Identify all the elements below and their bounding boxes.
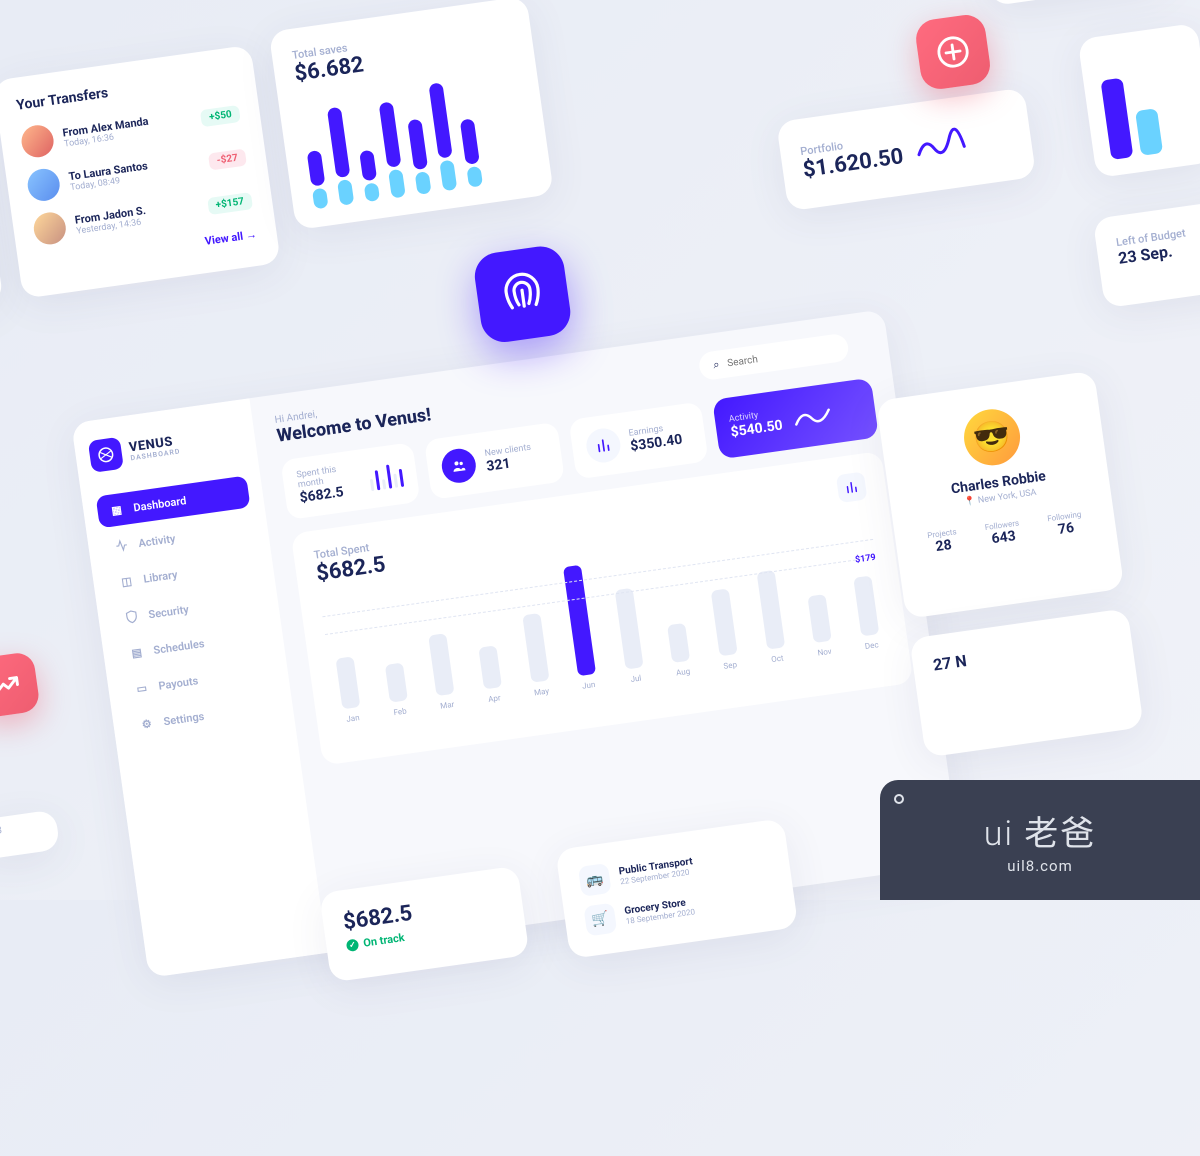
transfer-amount: +$157 bbox=[207, 192, 253, 215]
activity-icon bbox=[114, 538, 130, 554]
stat-spent[interactable]: Spent this month $682.5 bbox=[280, 442, 420, 520]
bus-icon: 🚌 bbox=[578, 863, 612, 897]
dot-icon bbox=[894, 794, 904, 804]
saves-bar-chart bbox=[298, 70, 531, 210]
brand-icon bbox=[88, 437, 124, 473]
grid-icon: ▦ bbox=[109, 502, 125, 518]
watermark: ui 老爸 uil8.com bbox=[880, 780, 1200, 900]
mini-bar-chart bbox=[368, 461, 404, 491]
transfer-amount: +$50 bbox=[200, 104, 241, 126]
watermark-title: ui 老爸 bbox=[984, 806, 1097, 855]
portfolio-card[interactable]: Portfolio $1.620.50 bbox=[776, 88, 1036, 212]
watermark-url: uil8.com bbox=[1007, 857, 1073, 875]
trend-up-icon bbox=[0, 669, 23, 701]
gear-icon: ⚙ bbox=[139, 716, 155, 732]
chart-icon[interactable] bbox=[836, 472, 868, 504]
fingerprint-badge[interactable] bbox=[472, 243, 574, 345]
transfers-card: Your Transfers From Alex Manda Today, 16… bbox=[0, 45, 281, 299]
calendar-card: 27 N bbox=[909, 608, 1144, 757]
transfer-amount: -$27 bbox=[208, 148, 247, 170]
sparkline-icon bbox=[792, 401, 835, 430]
calendar-date: 27 N bbox=[932, 631, 1113, 675]
chart-icon bbox=[584, 426, 622, 464]
brand[interactable]: VENUS DASHBOARD bbox=[88, 420, 243, 473]
wallet-icon: ▭ bbox=[134, 680, 150, 696]
sparkline-icon bbox=[914, 126, 968, 163]
avatar-icon bbox=[32, 210, 68, 246]
bar-mini-card bbox=[1078, 23, 1200, 178]
stat-earnings[interactable]: Earnings $350.40 bbox=[568, 402, 708, 480]
stat-value: 643 bbox=[986, 527, 1022, 548]
stat-activity[interactable]: Activity $540.50 bbox=[712, 378, 879, 460]
add-button[interactable] bbox=[914, 12, 993, 91]
status-card: $682.5 ✓On track bbox=[980, 0, 1171, 6]
avatar-icon bbox=[19, 123, 55, 159]
budget-card: Left of Budget 23 Sep. bbox=[1093, 194, 1200, 308]
stat-clients[interactable]: New clients 321 bbox=[424, 422, 564, 500]
edge-number: 123 bbox=[0, 809, 60, 860]
search-icon: ⌕ bbox=[712, 358, 720, 373]
fingerprint-icon bbox=[495, 267, 549, 321]
total-saves-card: Total saves $6.682 bbox=[269, 0, 554, 230]
trend-button[interactable] bbox=[0, 651, 41, 719]
avatar-icon: 😎 bbox=[960, 406, 1023, 469]
check-icon: ✓ bbox=[346, 938, 360, 952]
avatar-icon bbox=[26, 167, 62, 203]
plus-icon bbox=[934, 33, 972, 71]
profile-card[interactable]: 😎 Charles Robbie 📍 New York, USA Project… bbox=[876, 371, 1124, 619]
cart-icon: 🛒 bbox=[583, 903, 617, 937]
calendar-icon: ▤ bbox=[129, 645, 145, 661]
users-icon bbox=[440, 447, 478, 485]
shield-icon bbox=[124, 609, 140, 625]
box-icon: ◫ bbox=[119, 573, 135, 589]
